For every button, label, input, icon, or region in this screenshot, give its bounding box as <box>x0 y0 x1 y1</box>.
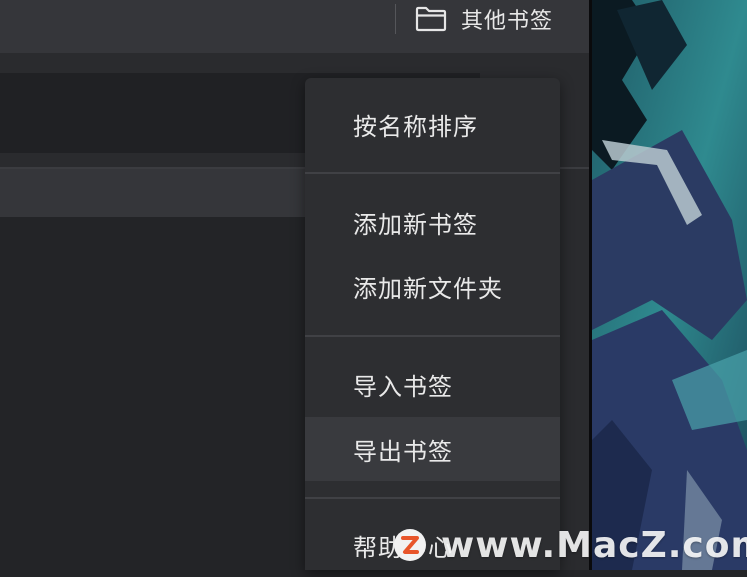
watermark-text: www.MacZ.com <box>441 524 747 566</box>
watermark: www.MacZ.com <box>393 520 747 570</box>
menu-item-export-bookmarks[interactable]: 导出书签 <box>305 417 560 481</box>
menu-separator <box>305 335 560 337</box>
menu-separator <box>305 172 560 174</box>
menu-separator <box>305 497 560 499</box>
desktop-wallpaper <box>592 0 747 570</box>
bookmark-list-area <box>0 217 305 570</box>
bar-divider <box>395 4 396 34</box>
menu-item-add-folder[interactable]: 添加新文件夹 <box>305 254 560 318</box>
bookmark-folder-row[interactable] <box>0 169 305 217</box>
wallpaper-artwork <box>592 0 747 570</box>
menu-item-sort-by-name[interactable]: 按名称排序 <box>305 92 560 156</box>
other-bookmarks-button[interactable]: 其他书签 <box>415 2 553 36</box>
bookmarks-context-menu: 按名称排序 添加新书签 添加新文件夹 导入书签 导出书签 帮助中心 <box>305 78 560 570</box>
folder-icon <box>415 6 447 32</box>
menu-item-import-bookmarks[interactable]: 导入书签 <box>305 352 560 416</box>
menu-item-add-bookmark[interactable]: 添加新书签 <box>305 190 560 254</box>
bookmarks-bar: 其他书签 <box>0 0 590 53</box>
macz-logo <box>394 529 426 561</box>
other-bookmarks-label: 其他书签 <box>461 9 554 34</box>
